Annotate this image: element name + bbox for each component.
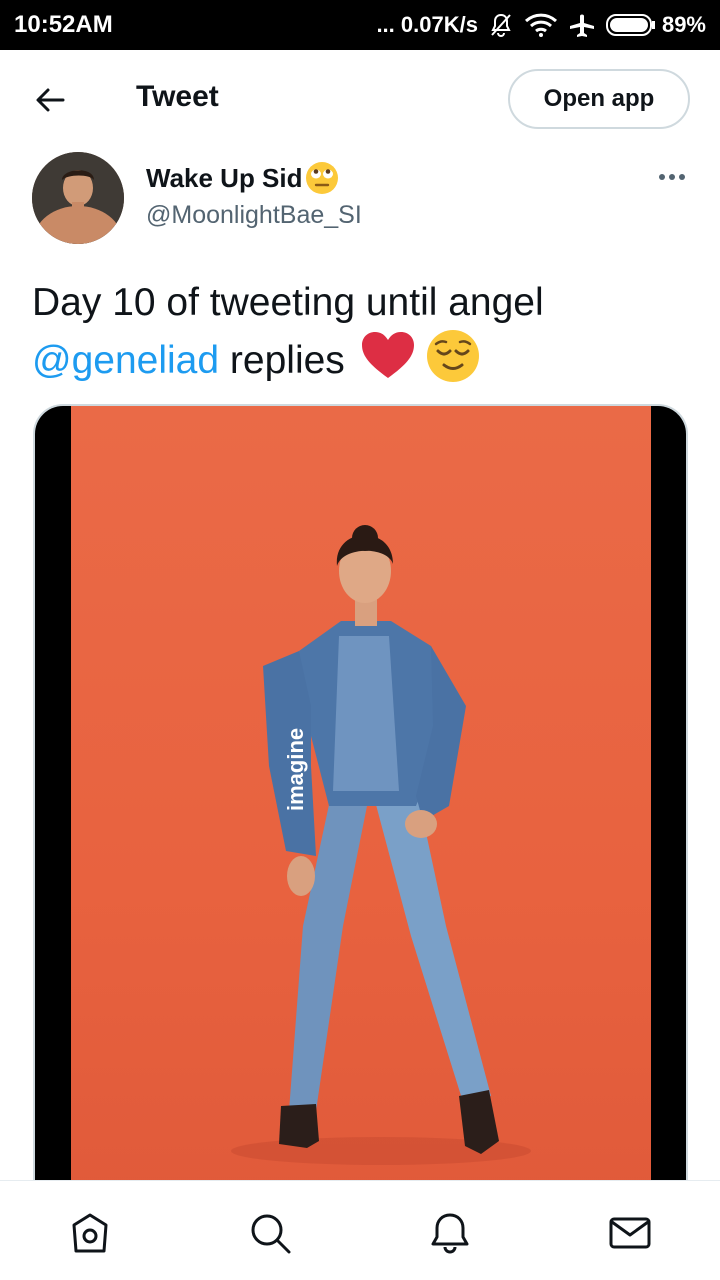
airplane-mode-icon bbox=[568, 12, 596, 38]
tweet-text-before-mention: Day 10 of tweeting until angel bbox=[32, 281, 544, 324]
author-username[interactable]: @MoonlightBae_SI bbox=[146, 201, 362, 230]
author-display-name[interactable]: Wake Up Sid bbox=[146, 161, 339, 195]
more-dot bbox=[659, 174, 665, 180]
bottom-navigation bbox=[0, 1180, 720, 1280]
more-dot bbox=[669, 174, 675, 180]
status-indicators: ... 0.07K/s 89% bbox=[376, 12, 706, 38]
woman-in-denim-illustration: imagine bbox=[231, 525, 531, 1165]
page-title: Tweet bbox=[136, 80, 219, 113]
tweet-header: Tweet Open app bbox=[0, 50, 720, 148]
avatar-image bbox=[32, 152, 124, 244]
search-icon[interactable] bbox=[248, 1211, 292, 1255]
back-arrow-icon bbox=[36, 88, 65, 112]
back-button[interactable] bbox=[30, 80, 70, 120]
more-options-icon[interactable] bbox=[652, 165, 692, 189]
home-icon[interactable] bbox=[68, 1211, 112, 1255]
tweet-photo[interactable]: imagine bbox=[33, 404, 688, 1204]
tweet-text-after-mention: replies bbox=[229, 339, 345, 382]
wifi-icon bbox=[524, 12, 558, 38]
battery-icon bbox=[605, 14, 655, 36]
notifications-icon[interactable] bbox=[428, 1211, 472, 1255]
messages-icon[interactable] bbox=[608, 1211, 652, 1255]
open-app-button[interactable]: Open app bbox=[508, 69, 690, 129]
network-speed: ... 0.07K/s bbox=[376, 12, 478, 37]
more-dot bbox=[679, 174, 685, 180]
display-name-text: Wake Up Sid bbox=[146, 162, 303, 193]
status-time: 10:52AM bbox=[14, 11, 113, 38]
sleeve-print-text: imagine bbox=[283, 728, 308, 811]
avatar[interactable] bbox=[32, 152, 124, 244]
battery-percentage: 89% bbox=[661, 12, 706, 37]
relieved-face-emoji-icon bbox=[426, 329, 480, 397]
photo-background: imagine bbox=[71, 406, 651, 1204]
rolling-eyes-emoji-icon bbox=[305, 161, 339, 195]
mention-link[interactable]: @geneliad bbox=[32, 339, 219, 382]
tweet-text: Day 10 of tweeting until angel @geneliad… bbox=[32, 276, 692, 397]
red-heart-emoji-icon bbox=[360, 331, 416, 395]
battery-indicator: 89% bbox=[605, 12, 706, 38]
mute-bell-icon bbox=[488, 12, 514, 38]
status-bar: 10:52AM ... 0.07K/s 89% bbox=[0, 0, 720, 50]
